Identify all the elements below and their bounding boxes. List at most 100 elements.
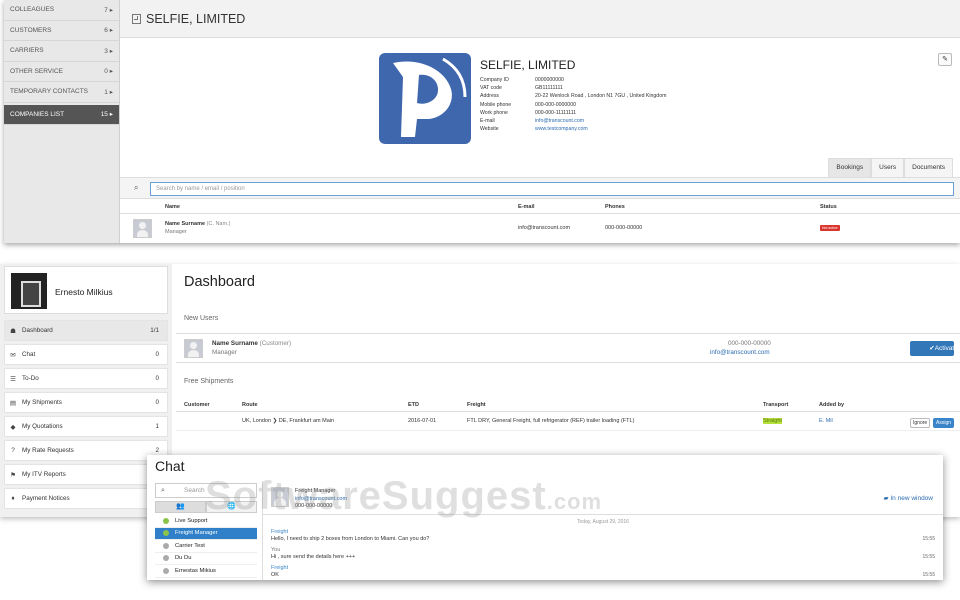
- table-row[interactable]: Name Surname (C. Nam.) Manager info@tran…: [120, 216, 960, 241]
- page-header: SELFIE, LIMITED: [120, 0, 960, 38]
- col-route: Route: [242, 402, 258, 408]
- sidebar-item-payment-notices[interactable]: ♦ Payment Notices: [4, 488, 168, 509]
- tab-global[interactable]: 🌐: [206, 501, 257, 513]
- avatar: [271, 487, 289, 507]
- sidebar-item-count: 3 ▸: [104, 47, 113, 55]
- new-user-row: Name Surname (Customer) Manager 000-000-…: [176, 333, 960, 363]
- question-icon: ?: [11, 447, 15, 454]
- tab-contacts[interactable]: 👥: [155, 501, 206, 513]
- chat-message: Freight OK 15:55: [271, 565, 935, 578]
- sidebar-item-other-service[interactable]: OTHER SERVICE 0 ▸: [4, 62, 119, 82]
- tab-users[interactable]: Users: [871, 158, 905, 177]
- col-transport: Transport: [763, 402, 789, 408]
- date-divider: Today, August 29, 2016: [577, 519, 629, 525]
- list-item[interactable]: Freight Manager: [155, 527, 257, 540]
- new-window-link[interactable]: ▰ In new window: [884, 494, 933, 502]
- assign-button[interactable]: Assign: [933, 418, 955, 428]
- new-user-email[interactable]: info@transcount.com: [710, 349, 770, 356]
- chat-icon: ✉: [10, 351, 16, 359]
- shipments-table-header: Customer Route ETD Freight Transport Add…: [176, 399, 960, 412]
- sidebar-item-rate-requests[interactable]: ? My Rate Requests 2: [4, 440, 168, 461]
- tab-bookings[interactable]: Bookings: [828, 158, 872, 177]
- sidebar-item-companies-list[interactable]: COMPANIES LIST 15 ▸: [4, 104, 119, 125]
- avatar: [11, 273, 47, 309]
- activate-button[interactable]: ✔ Activate: [910, 341, 958, 356]
- page-title: SELFIE, LIMITED: [146, 11, 246, 26]
- list-item[interactable]: Ernestas Mikius: [155, 565, 257, 578]
- cell-added-by[interactable]: E. Mil: [819, 418, 833, 424]
- chat-panel: Chat ⌕ Search 👥 🌐 Live Support Freight M…: [147, 455, 943, 580]
- sidebar-item-label: OTHER SERVICE: [10, 67, 63, 75]
- user-email: info@transcount.com: [518, 225, 571, 231]
- sidebar-item-label: COMPANIES LIST: [10, 110, 65, 118]
- new-user-role: Manager: [212, 349, 237, 356]
- cell-route: UK, London ❯ DE, Frankfurt am Main: [242, 418, 335, 424]
- new-users-heading: New Users: [184, 315, 219, 322]
- chat-tabs: 👥 🌐: [155, 501, 257, 513]
- sidebar-item-carriers[interactable]: CARRIERS 3 ▸: [4, 41, 119, 62]
- info-row-address: Address 20-22 Wenlock Road , London N1 7G…: [480, 93, 667, 100]
- search-icon: ⌕: [134, 183, 139, 192]
- list-icon: ☰: [10, 375, 16, 383]
- sidebar-item-quotations[interactable]: ◆ My Quotations 1: [4, 416, 168, 437]
- sidebar-item-itv-reports[interactable]: ⚑ My ITV Reports: [4, 464, 168, 485]
- cell-freight: FTL DRY, General Freight, full refrigera…: [467, 418, 635, 424]
- email-link[interactable]: info@transcount.com: [535, 117, 584, 125]
- status-dot-icon: [163, 542, 169, 549]
- sidebar-item-customers[interactable]: CUSTOMERS 6 ▸: [4, 21, 119, 41]
- contacts-sidebar: COLLEAGUES 7 ▸ CUSTOMERS 6 ▸ CARRIERS 3 ▸ O…: [4, 0, 120, 243]
- list-item[interactable]: Du Du: [155, 553, 257, 565]
- col-phones: Phones: [605, 204, 625, 210]
- dashboard-icon: ☗: [10, 327, 16, 335]
- sidebar-item-count: 6 ▸: [104, 27, 113, 35]
- new-user-name: Name Surname (Customer): [212, 340, 292, 347]
- profile-name: Ernesto Milkius: [55, 287, 113, 297]
- ignore-button[interactable]: Ignore: [910, 418, 931, 428]
- edit-button[interactable]: ✎: [938, 53, 952, 66]
- list-item[interactable]: Live Support: [155, 515, 257, 528]
- company-panel: COLLEAGUES 7 ▸ CUSTOMERS 6 ▸ CARRIERS 3 ▸ O…: [4, 0, 960, 243]
- sidebar-item-dashboard[interactable]: ☗ Dashboard 1/1: [4, 320, 168, 341]
- profile-card: Ernesto Milkius: [4, 266, 168, 314]
- sidebar-item-temporary-contacts[interactable]: TEMPORARY CONTACTS 1 ▸: [4, 82, 119, 103]
- pencil-icon: ✎: [942, 56, 948, 63]
- company-name: SELFIE, LIMITED: [480, 58, 576, 72]
- building-icon: [132, 13, 141, 24]
- chat-title: Chat: [155, 458, 185, 474]
- conversation-header: Freight Manager info@transcount.com 000-…: [263, 481, 943, 515]
- table-row[interactable]: UK, London ❯ DE, Frankfurt am Main 2016-…: [176, 413, 960, 431]
- status-dot-icon: [163, 567, 169, 574]
- report-icon: ⚑: [10, 471, 16, 479]
- sidebar-item-chat[interactable]: ✉ Chat 0: [4, 344, 168, 365]
- tab-documents[interactable]: Documents: [904, 158, 953, 177]
- nav-count: 0: [155, 351, 159, 358]
- company-logo: [379, 53, 471, 144]
- sidebar-item-label: CUSTOMERS: [10, 26, 52, 34]
- status-badge: Not active: [820, 225, 840, 231]
- sidebar-item-shipments[interactable]: ▤ My Shipments 0: [4, 392, 168, 413]
- bell-icon: ♦: [11, 495, 15, 502]
- sidebar-item-todo[interactable]: ☰ To-Do 0: [4, 368, 168, 389]
- contact-info: Freight Manager info@transcount.com 000-…: [295, 488, 348, 509]
- comment-icon: ▰: [883, 495, 889, 502]
- status-dot-icon: [163, 530, 169, 537]
- sidebar-item-count: 0 ▸: [104, 68, 113, 76]
- info-row-email: E-mail info@transcount.com: [480, 117, 585, 125]
- users-icon: 👥: [176, 503, 185, 510]
- chat-search-input[interactable]: ⌕ Search: [155, 483, 257, 498]
- col-etd: ETD: [408, 402, 419, 408]
- list-item[interactable]: Carrier Test: [155, 540, 257, 553]
- avatar: [133, 219, 152, 238]
- sidebar-item-count: 1 ▸: [104, 88, 113, 96]
- chat-message: You Hi , sure send the details here +++ …: [271, 547, 935, 560]
- website-link[interactable]: www.testcompany.com: [535, 125, 588, 133]
- status-dot-icon: [163, 517, 169, 524]
- search-bar: ⌕ Search by name / email / position: [120, 177, 960, 199]
- conversation: Freight Manager info@transcount.com 000-…: [262, 481, 943, 580]
- search-input[interactable]: Search by name / email / position: [150, 182, 954, 196]
- sidebar-item-label: CARRIERS: [10, 47, 44, 55]
- sidebar-item-colleagues[interactable]: COLLEAGUES 7 ▸: [4, 0, 119, 21]
- status-dot-icon: [163, 555, 169, 562]
- col-customer: Customer: [184, 402, 210, 408]
- col-added-by: Added by: [819, 402, 845, 408]
